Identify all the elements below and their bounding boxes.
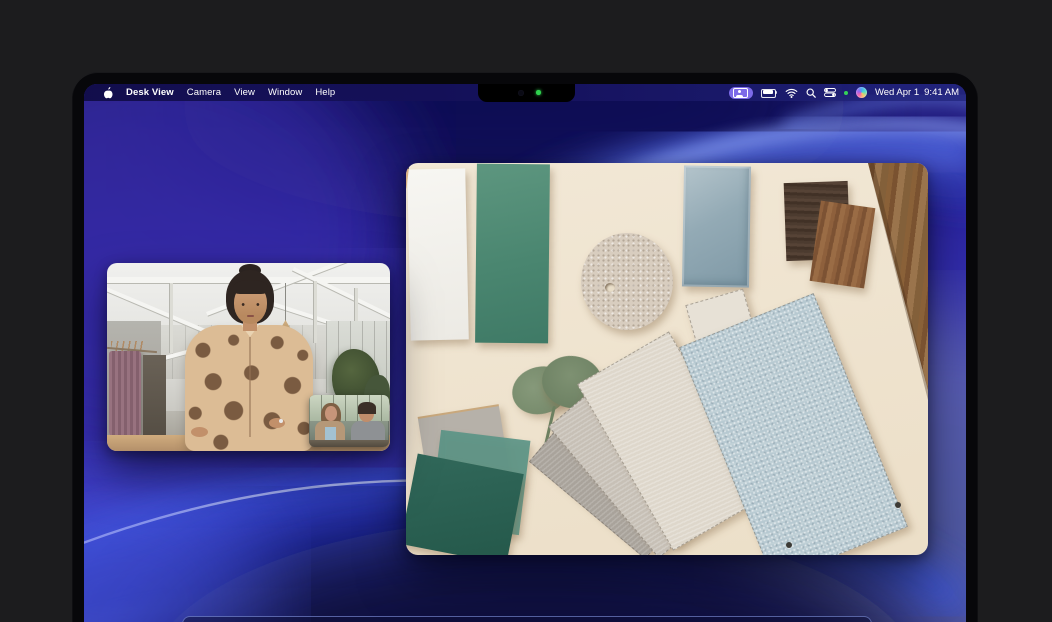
shirt-placket — [249, 337, 251, 437]
time-label: 9:41 AM — [924, 87, 959, 98]
wifi-icon[interactable] — [785, 88, 798, 98]
control-center-icon[interactable] — [824, 88, 836, 97]
presenter-ring — [279, 419, 283, 423]
brown-wood-sample — [810, 201, 876, 289]
felt-disc-sample — [581, 233, 673, 330]
hanging-garments — [109, 351, 141, 437]
remote-participants-thumbnail[interactable] — [309, 395, 389, 447]
steel-column — [313, 281, 317, 343]
menu-help[interactable]: Help — [315, 84, 335, 101]
partially-visible-window[interactable] — [182, 616, 872, 622]
marketing-canvas: Desk View Camera View Window Help — [0, 0, 1052, 622]
pip-table-edge — [309, 440, 389, 447]
presenter-hairline — [233, 280, 268, 294]
presenter-eyes — [240, 303, 261, 306]
participant-woman-face — [325, 406, 337, 421]
spotlight-search-icon[interactable] — [806, 88, 816, 98]
video-call-window[interactable] — [107, 263, 390, 451]
felt-disc-hole — [605, 283, 615, 292]
presenter-mouth — [247, 315, 254, 317]
white-tile-sample — [407, 168, 469, 340]
screen-person-icon — [733, 88, 748, 98]
fabric-grommet — [786, 542, 792, 548]
macbook-screen: Desk View Camera View Window Help — [84, 84, 966, 622]
battery-icon[interactable] — [761, 89, 777, 97]
participant-man-hair — [358, 402, 376, 414]
apple-icon — [103, 87, 113, 99]
teal-tile-sample — [475, 164, 550, 344]
menu-app-name[interactable]: Desk View — [126, 84, 174, 101]
menu-bar-left: Desk View Camera View Window Help — [84, 84, 335, 101]
camera-active-indicator — [536, 90, 541, 95]
presenter-hand — [191, 427, 208, 437]
menu-bar-status: Wed Apr 1 9:41 AM — [729, 84, 959, 101]
menu-bar-clock[interactable]: Wed Apr 1 9:41 AM — [875, 87, 959, 98]
date-label: Wed Apr 1 — [875, 87, 919, 98]
wardrobe-cabinet — [143, 355, 166, 437]
desk-view-window[interactable] — [406, 163, 928, 555]
blue-gray-glazed-tile — [682, 165, 751, 287]
siri-icon[interactable] — [856, 87, 867, 98]
facetime-camera-lens — [518, 90, 524, 96]
display-notch — [478, 84, 575, 102]
apple-menu[interactable] — [103, 87, 113, 99]
steel-column — [169, 283, 173, 353]
pendant-cord — [285, 283, 286, 321]
camera-in-use-dot — [844, 91, 848, 95]
menu-camera[interactable]: Camera — [187, 84, 221, 101]
fabric-grommet — [895, 502, 901, 508]
menu-view[interactable]: View — [234, 84, 255, 101]
continuity-camera-indicator[interactable] — [729, 87, 753, 99]
menu-window[interactable]: Window — [268, 84, 302, 101]
